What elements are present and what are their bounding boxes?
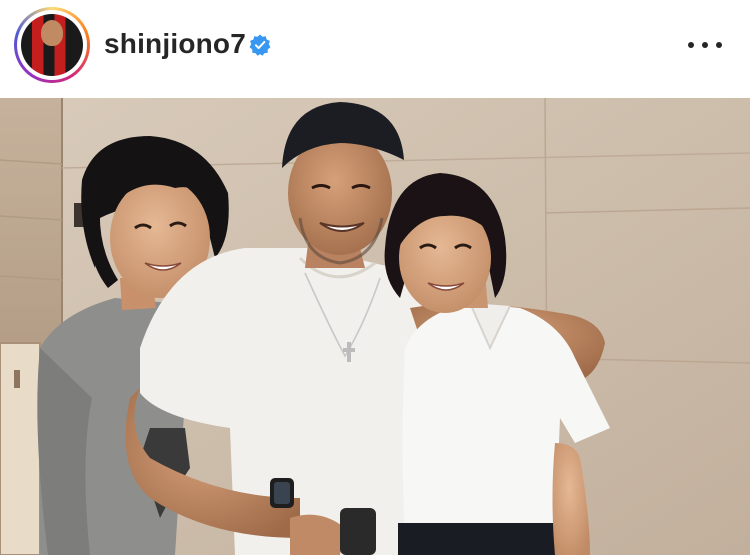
more-dot [688, 42, 694, 48]
avatar-face [41, 20, 63, 46]
more-options-icon[interactable] [688, 33, 722, 57]
post-photo[interactable] [0, 98, 750, 555]
story-ring[interactable] [14, 7, 90, 83]
more-dot [716, 42, 722, 48]
avatar[interactable] [21, 14, 83, 76]
photo-illustration [0, 98, 750, 555]
verified-badge-icon [249, 34, 271, 56]
more-dot [702, 42, 708, 48]
post-header: shinjiono7 [0, 0, 750, 98]
username[interactable]: shinjiono7 [104, 28, 246, 60]
